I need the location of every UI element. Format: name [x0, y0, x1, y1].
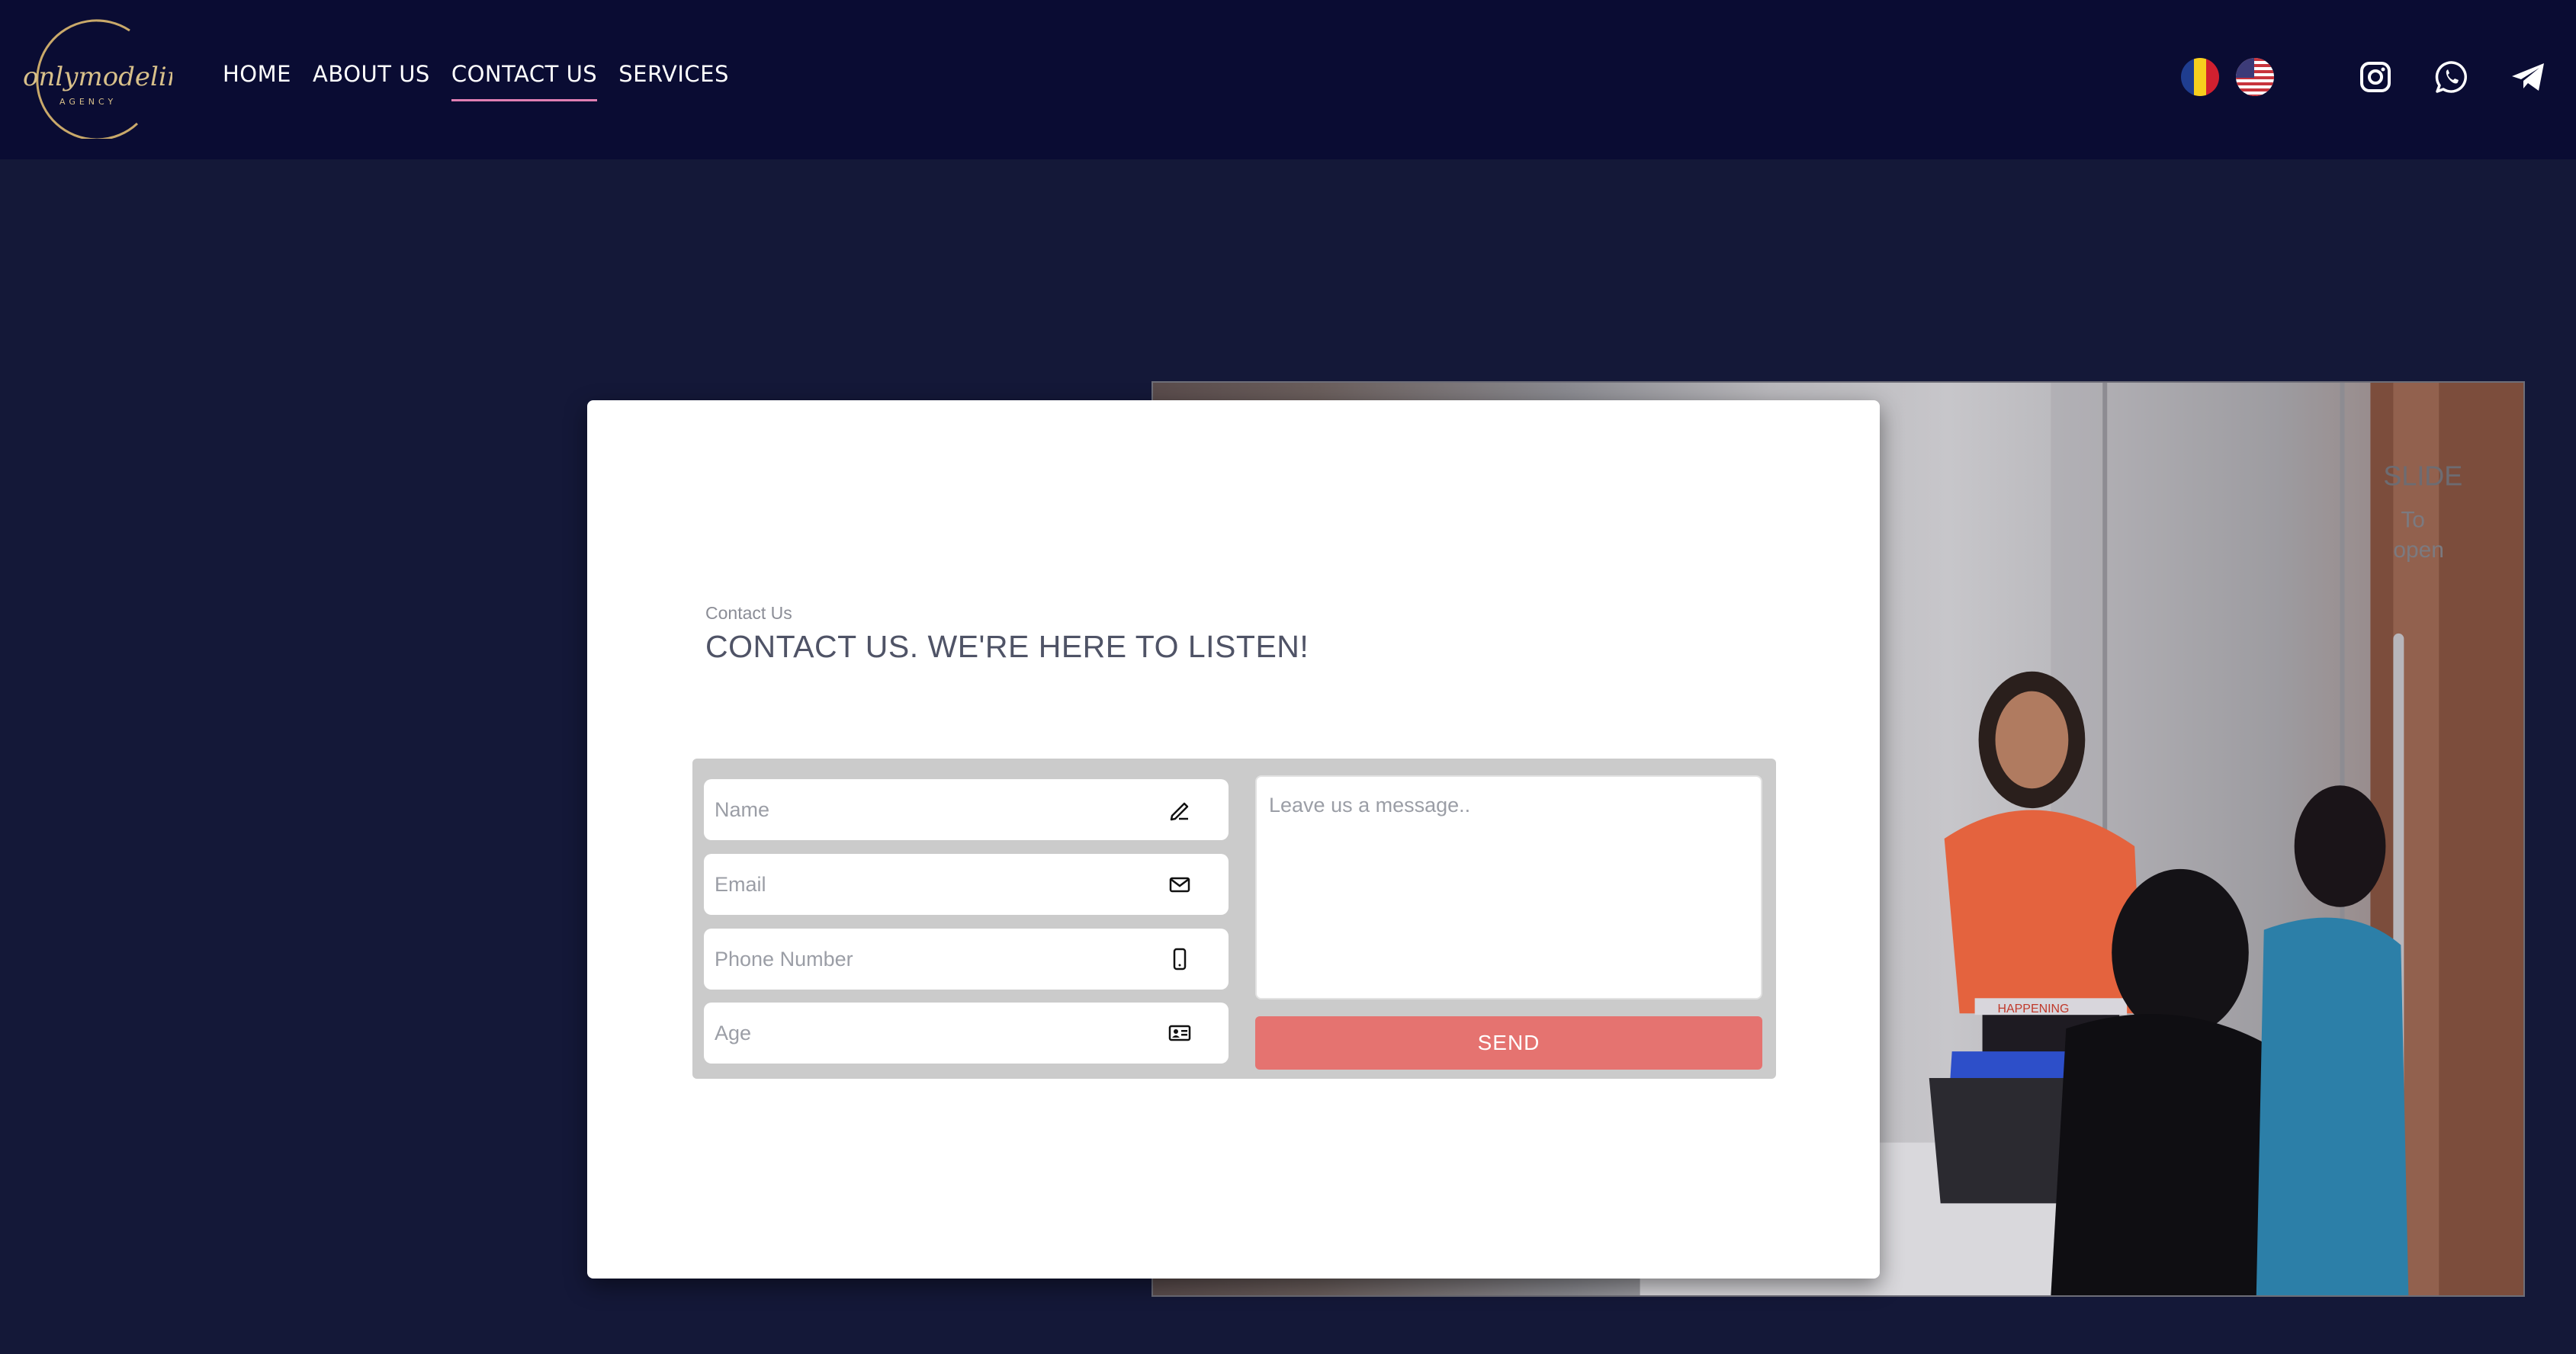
age-field[interactable]: Age [704, 1003, 1229, 1064]
door-sign-subtext-2: open [2393, 537, 2444, 563]
section-eyebrow: Contact Us [705, 603, 792, 623]
email-field[interactable]: Email [704, 854, 1229, 915]
nav-services[interactable]: SERVICES [618, 61, 729, 99]
name-field[interactable]: Name [704, 779, 1229, 840]
phone-field[interactable]: Phone Number [704, 929, 1229, 990]
message-textarea[interactable]: Leave us a message.. [1255, 775, 1762, 999]
site-header: onlymodeling AGENCY HOME ABOUT US CONTAC… [0, 0, 2576, 159]
door-sign-subtext: To [2401, 507, 2425, 532]
language-switcher [2181, 58, 2274, 96]
nav-about-us[interactable]: ABOUT US [313, 61, 430, 99]
envelope-icon [1168, 872, 1192, 897]
id-card-icon [1168, 1021, 1192, 1045]
telegram-icon[interactable] [2509, 58, 2547, 96]
pen-icon [1168, 797, 1192, 822]
nav-contact-us[interactable]: CONTACT US [451, 61, 598, 101]
phone-icon [1168, 947, 1192, 971]
shirt-text: HAPPENING [1998, 1003, 2070, 1016]
us-flag-icon[interactable] [2236, 58, 2274, 96]
door-sign-text: SLIDE [2383, 461, 2462, 492]
main-nav: HOME ABOUT US CONTACT US SERVICES [223, 61, 729, 108]
section-heading: CONTACT US. WE'RE HERE TO LISTEN! [705, 629, 1309, 664]
send-button[interactable]: SEND [1255, 1016, 1762, 1070]
logo-text: onlymodeling [23, 62, 172, 92]
age-placeholder: Age [715, 1021, 752, 1044]
nav-home[interactable]: HOME [223, 61, 291, 99]
social-links [2356, 58, 2547, 96]
phone-placeholder: Phone Number [715, 947, 853, 971]
contact-form: Name Email Phone Number Age Leave us a m… [692, 759, 1776, 1079]
instagram-icon[interactable] [2356, 58, 2395, 96]
agency-logo[interactable]: onlymodeling AGENCY [15, 17, 200, 141]
name-placeholder: Name [715, 797, 770, 821]
email-placeholder: Email [715, 872, 766, 896]
romanian-flag-icon[interactable] [2181, 58, 2219, 96]
logo-subtext: AGENCY [59, 97, 117, 107]
contact-card: Contact Us CONTACT US. WE'RE HERE TO LIS… [587, 400, 1880, 1279]
whatsapp-icon[interactable] [2433, 58, 2471, 96]
